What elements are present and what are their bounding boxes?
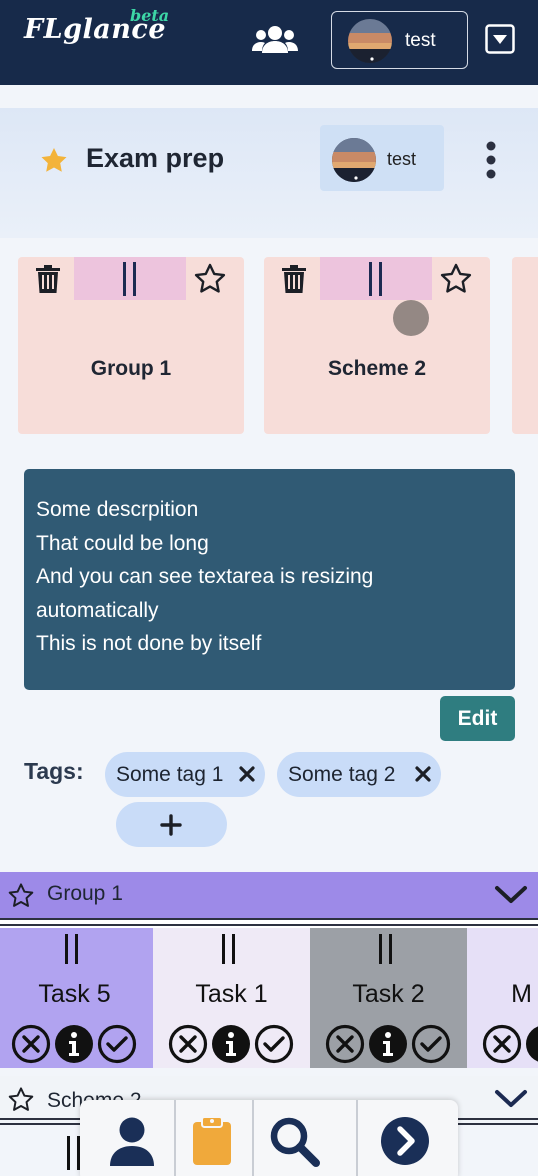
divider	[0, 918, 538, 928]
star-filled-icon[interactable]	[40, 147, 68, 173]
task-title: Task 5	[38, 980, 111, 1008]
touch-indicator	[393, 300, 429, 336]
drag-handle-icon	[369, 262, 382, 296]
drag-handle-icon[interactable]	[64, 934, 80, 964]
close-icon[interactable]	[237, 764, 257, 784]
profile-username: test	[405, 30, 436, 51]
star-outline-icon[interactable]	[194, 263, 226, 293]
search-icon[interactable]	[268, 1116, 322, 1168]
close-icon[interactable]	[413, 764, 433, 784]
chevron-down-icon[interactable]	[494, 1088, 528, 1110]
check-icon[interactable]	[97, 1024, 137, 1064]
task-title: Task 1	[195, 980, 268, 1008]
avatar	[348, 19, 392, 63]
tag-chip[interactable]: Some tag 2	[277, 752, 441, 797]
tag-chip[interactable]: Some tag 1	[105, 752, 265, 797]
beta-badge: beta	[130, 6, 170, 25]
nav-divider	[356, 1100, 358, 1176]
drag-handle-icon[interactable]	[378, 934, 394, 964]
info-icon[interactable]	[54, 1024, 94, 1064]
card-title: Group 1	[90, 357, 172, 380]
top-navbar: FLglance beta test	[0, 0, 538, 85]
trash-icon[interactable]	[36, 265, 60, 293]
info-icon[interactable]	[211, 1024, 251, 1064]
task-title: Task 2	[352, 980, 425, 1008]
star-outline-icon[interactable]	[8, 882, 34, 908]
scheme-card-peek[interactable]	[512, 257, 538, 434]
star-outline-icon[interactable]	[440, 263, 472, 293]
card-title: Scheme 2	[327, 357, 427, 380]
group-header[interactable]: Group 1	[0, 872, 538, 918]
tags-label: Tags:	[24, 758, 84, 784]
chevron-down-icon[interactable]	[494, 884, 528, 906]
description-line: That could be long	[36, 531, 209, 555]
star-outline-icon[interactable]	[8, 1086, 34, 1112]
cancel-icon[interactable]	[11, 1024, 51, 1064]
task-card[interactable]: Task 2	[310, 928, 467, 1068]
nav-divider	[252, 1100, 254, 1176]
clipboard-icon[interactable]	[191, 1116, 233, 1166]
page-header	[0, 108, 538, 238]
description-line: automatically	[36, 598, 159, 622]
description-line: And you can see textarea is resizing	[36, 565, 374, 588]
scheme-card[interactable]: Group 1	[18, 257, 244, 434]
next-icon[interactable]	[380, 1116, 430, 1166]
check-icon[interactable]	[254, 1024, 294, 1064]
user-icon[interactable]	[108, 1116, 156, 1168]
drag-handle[interactable]	[320, 257, 432, 300]
tag-label: Some tag 2	[288, 763, 396, 786]
task-card[interactable]: M	[467, 928, 538, 1068]
description-box: Some descrpition That could be long And …	[24, 469, 515, 690]
drag-handle[interactable]	[74, 257, 186, 300]
description-line: This is not done by itself	[36, 632, 262, 655]
info-icon[interactable]	[525, 1024, 538, 1064]
drag-handle-icon	[123, 262, 136, 296]
owner-chip[interactable]: test	[320, 125, 444, 191]
cancel-icon[interactable]	[482, 1024, 522, 1064]
cancel-icon[interactable]	[168, 1024, 208, 1064]
profile-button[interactable]: test	[331, 11, 468, 69]
description-line: Some descrpition	[36, 498, 199, 521]
trash-icon[interactable]	[282, 265, 306, 293]
check-icon[interactable]	[411, 1024, 451, 1064]
group-title: Group 1	[47, 882, 123, 905]
tag-label: Some tag 1	[116, 763, 224, 786]
more-options-icon[interactable]	[480, 140, 502, 180]
dropdown-icon[interactable]	[485, 24, 515, 54]
task-card[interactable]: Task 5	[0, 928, 153, 1068]
nav-divider	[174, 1100, 176, 1176]
task-title: M	[511, 980, 532, 1008]
plus-icon	[160, 814, 182, 836]
users-icon[interactable]	[252, 24, 298, 56]
scheme-card[interactable]: Scheme 2	[264, 257, 490, 434]
owner-username: test	[387, 149, 417, 169]
task-card[interactable]: Task 1	[153, 928, 310, 1068]
cancel-icon[interactable]	[325, 1024, 365, 1064]
drag-handle-icon[interactable]	[221, 934, 237, 964]
page-title: Exam prep	[86, 143, 225, 173]
add-tag-button[interactable]	[116, 802, 227, 847]
info-icon[interactable]	[368, 1024, 408, 1064]
edit-button[interactable]: Edit	[440, 696, 515, 741]
bottom-navigation	[80, 1100, 458, 1176]
avatar	[332, 138, 376, 182]
